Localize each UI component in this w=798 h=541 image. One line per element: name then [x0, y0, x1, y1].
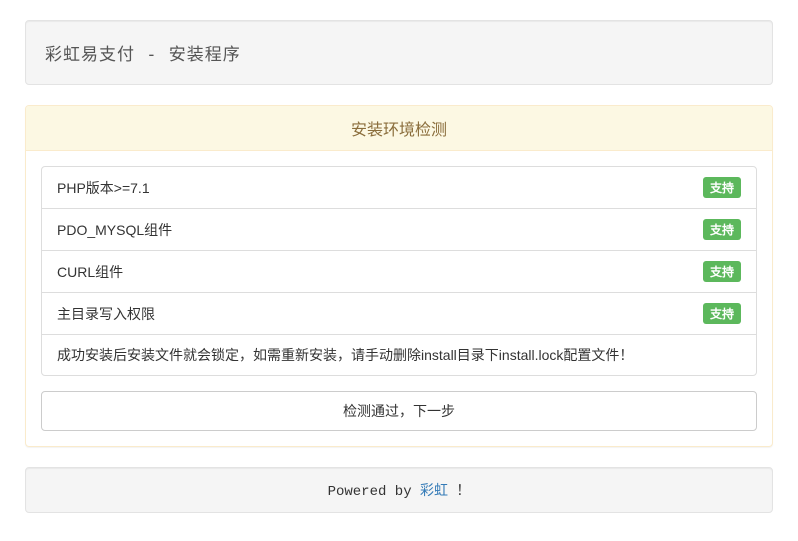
status-badge: 支持 [703, 261, 741, 282]
install-note: 成功安装后安装文件就会锁定，如需重新安装，请手动删除install目录下inst… [42, 335, 756, 375]
powered-prefix: Powered by [328, 484, 420, 500]
check-label: PDO_MYSQL组件 [57, 220, 172, 240]
header-well: 彩虹易支付 - 安装程序 [25, 20, 773, 85]
check-item: PDO_MYSQL组件 支持 [42, 209, 756, 251]
check-list: PHP版本>=7.1 支持 PDO_MYSQL组件 支持 CURL组件 支持 主… [41, 166, 757, 376]
page-title: 彩虹易支付 - 安装程序 [45, 40, 753, 65]
powered-link[interactable]: 彩虹 [420, 484, 448, 500]
status-badge: 支持 [703, 219, 741, 240]
footer: Powered by 彩虹 ！ [25, 467, 773, 513]
check-item: 主目录写入权限 支持 [42, 293, 756, 335]
panel-body: PHP版本>=7.1 支持 PDO_MYSQL组件 支持 CURL组件 支持 主… [26, 151, 772, 446]
panel-title: 安装环境检测 [41, 116, 757, 140]
check-label: 主目录写入权限 [57, 304, 155, 324]
status-badge: 支持 [703, 177, 741, 198]
check-item: PHP版本>=7.1 支持 [42, 167, 756, 209]
panel-heading: 安装环境检测 [26, 106, 772, 151]
status-badge: 支持 [703, 303, 741, 324]
install-panel: 安装环境检测 PHP版本>=7.1 支持 PDO_MYSQL组件 支持 CURL… [25, 105, 773, 447]
check-label: PHP版本>=7.1 [57, 178, 150, 198]
next-step-button[interactable]: 检测通过，下一步 [41, 391, 757, 431]
check-item: CURL组件 支持 [42, 251, 756, 293]
powered-suffix: ！ [448, 484, 470, 500]
check-label: CURL组件 [57, 262, 123, 282]
